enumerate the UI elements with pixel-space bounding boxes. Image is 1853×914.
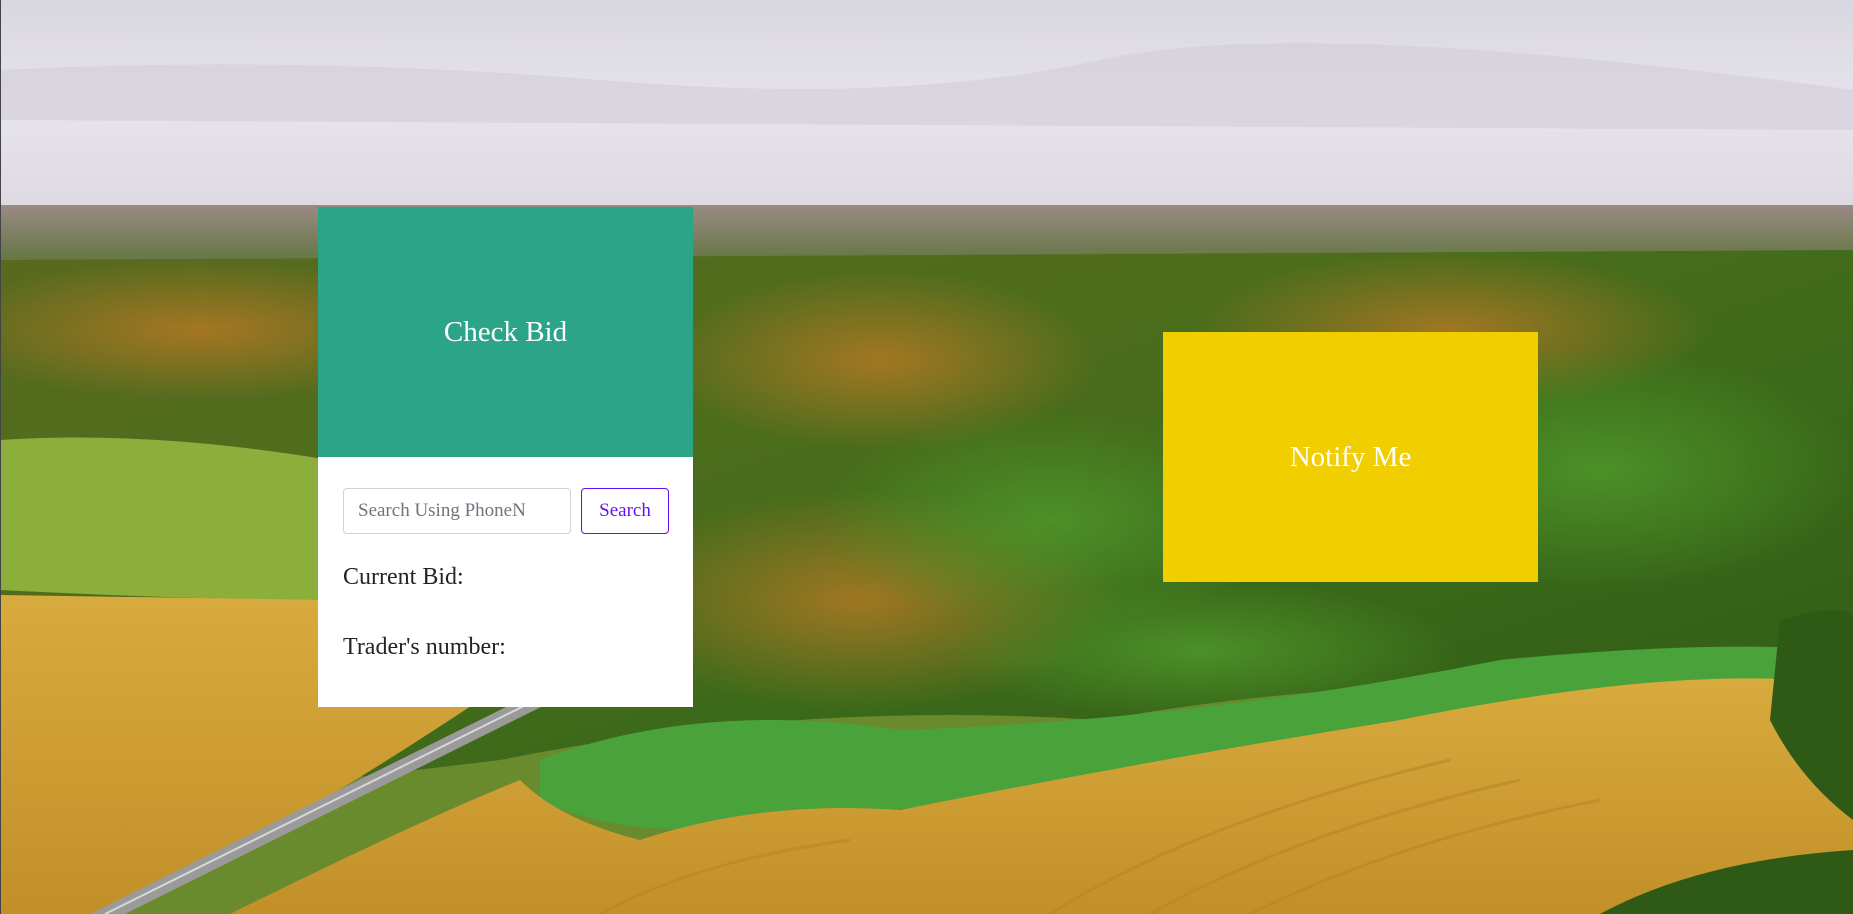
check-bid-title: Check Bid	[443, 315, 568, 348]
page: Check Bid Search Current Bid: Trader's n…	[0, 0, 1853, 914]
current-bid-label: Current Bid:	[343, 564, 464, 590]
notify-me-card[interactable]: Notify Me	[1163, 332, 1538, 582]
page-left-border	[0, 0, 1, 914]
landscape-background-image	[0, 0, 1853, 914]
trader-number-label: Trader's number:	[343, 634, 506, 660]
notify-me-title: Notify Me	[1289, 440, 1412, 473]
check-bid-card: Check Bid Search Current Bid: Trader's n…	[318, 207, 693, 707]
search-button[interactable]: Search	[581, 488, 669, 534]
check-bid-header[interactable]: Check Bid	[318, 207, 693, 457]
phone-search-input[interactable]	[343, 488, 571, 534]
search-row: Search	[343, 488, 669, 534]
